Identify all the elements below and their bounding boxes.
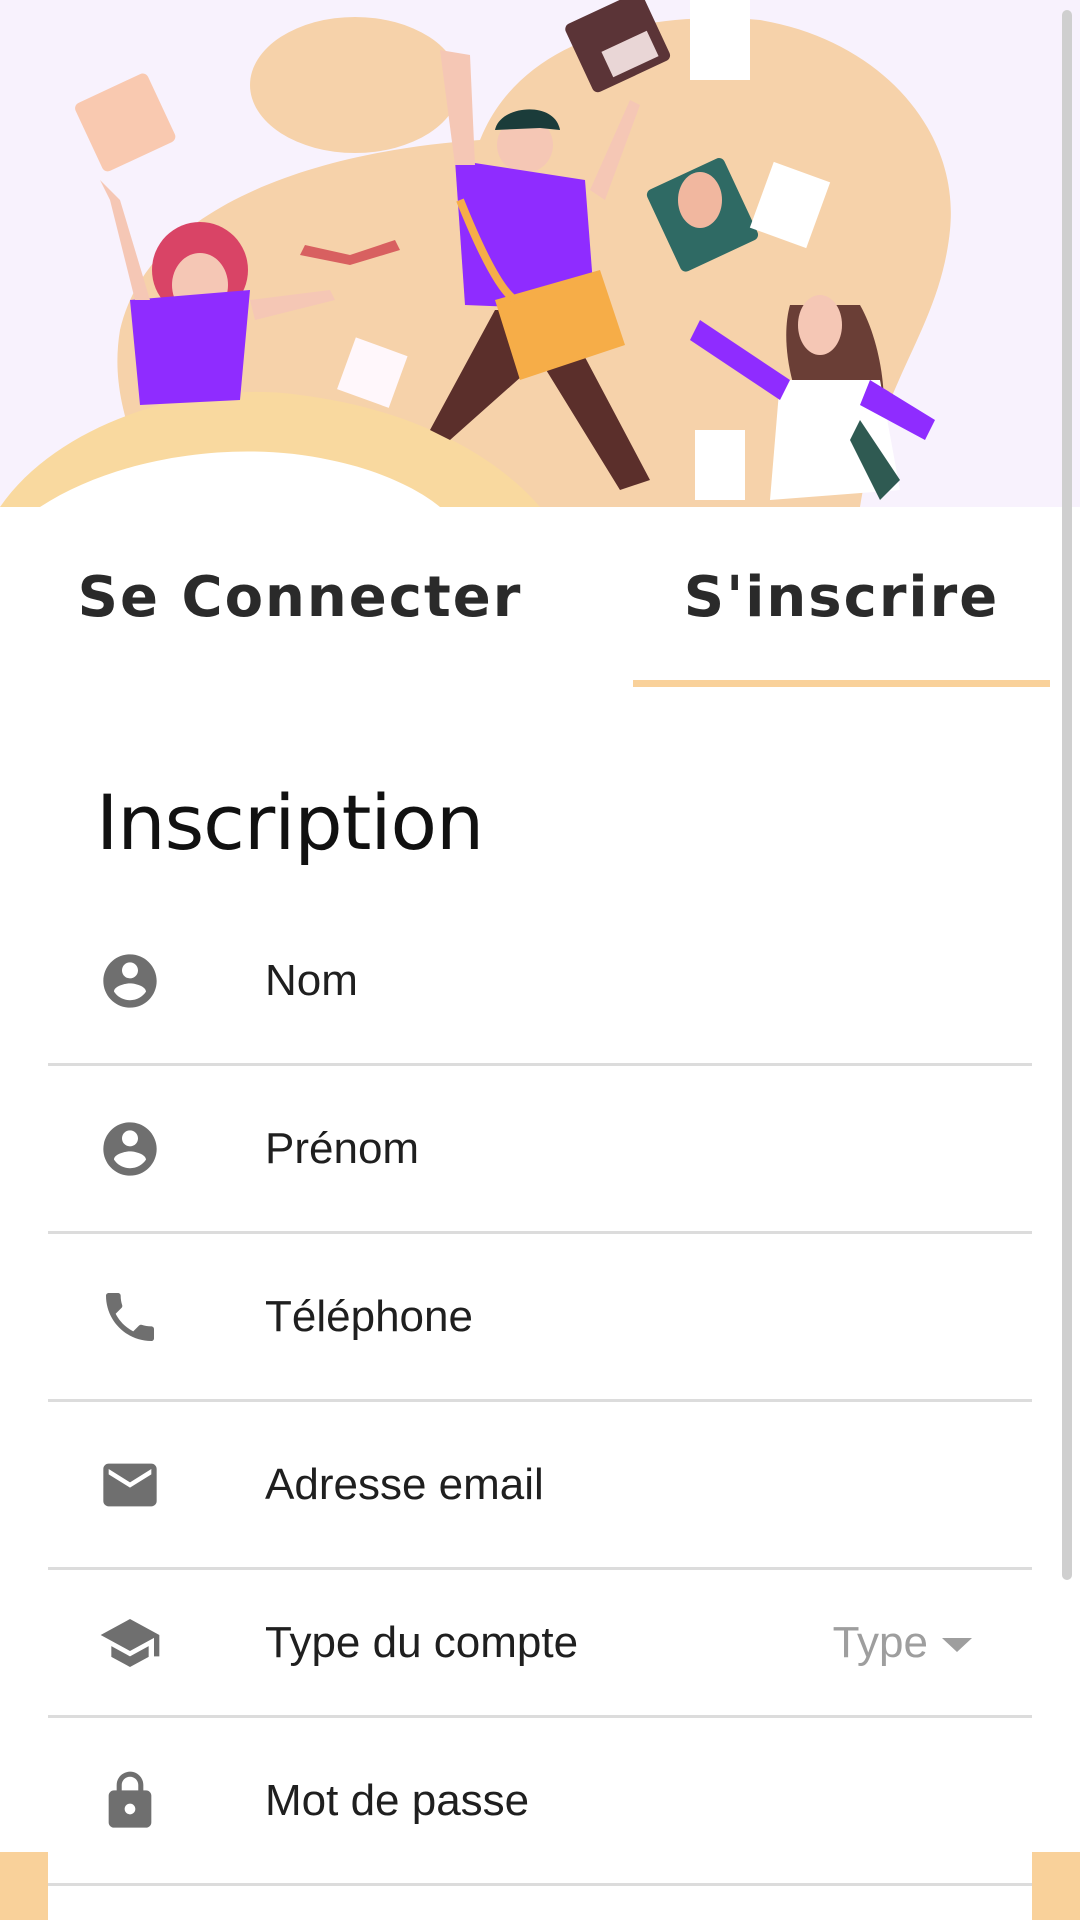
password-field[interactable]: Mot de passe [48, 1718, 1032, 1886]
account-type-label: Type du compte [265, 1617, 579, 1667]
email-field[interactable]: Adresse email [48, 1402, 1032, 1570]
decorative-corner-left [0, 1852, 48, 1920]
header-illustration [0, 0, 1080, 507]
email-icon [98, 1453, 162, 1517]
first-name-field[interactable]: Prénom [48, 1066, 1032, 1234]
tab-login[interactable]: Se Connecter [60, 507, 540, 687]
first-name-label: Prénom [265, 1123, 420, 1173]
scrollbar[interactable] [1062, 10, 1072, 1580]
tab-signup[interactable]: S'inscrire [633, 507, 1050, 687]
page-title: Inscription [96, 778, 484, 867]
account-circle-icon [98, 1117, 162, 1181]
last-name-label: Nom [265, 955, 358, 1005]
account-type-field: Type du compte Type [48, 1570, 1032, 1718]
account-type-selected-value: Type [832, 1617, 928, 1667]
graduation-cap-icon [98, 1611, 162, 1675]
password-label: Mot de passe [265, 1775, 530, 1825]
account-type-dropdown[interactable]: Type [833, 1618, 972, 1668]
lock-icon [98, 1769, 162, 1833]
decorative-corner-right [1032, 1852, 1080, 1920]
students-celebrating-illustration [0, 0, 951, 507]
phone-label: Téléphone [265, 1291, 473, 1341]
last-name-field[interactable]: Nom [48, 898, 1032, 1066]
phone-field[interactable]: Téléphone [48, 1234, 1032, 1402]
active-tab-indicator [633, 680, 1050, 687]
dropdown-arrow-icon [942, 1637, 972, 1652]
account-circle-icon [98, 949, 162, 1013]
email-label: Adresse email [265, 1459, 544, 1509]
phone-icon [98, 1285, 162, 1349]
auth-tabs: Se Connecter S'inscrire [0, 507, 1050, 687]
